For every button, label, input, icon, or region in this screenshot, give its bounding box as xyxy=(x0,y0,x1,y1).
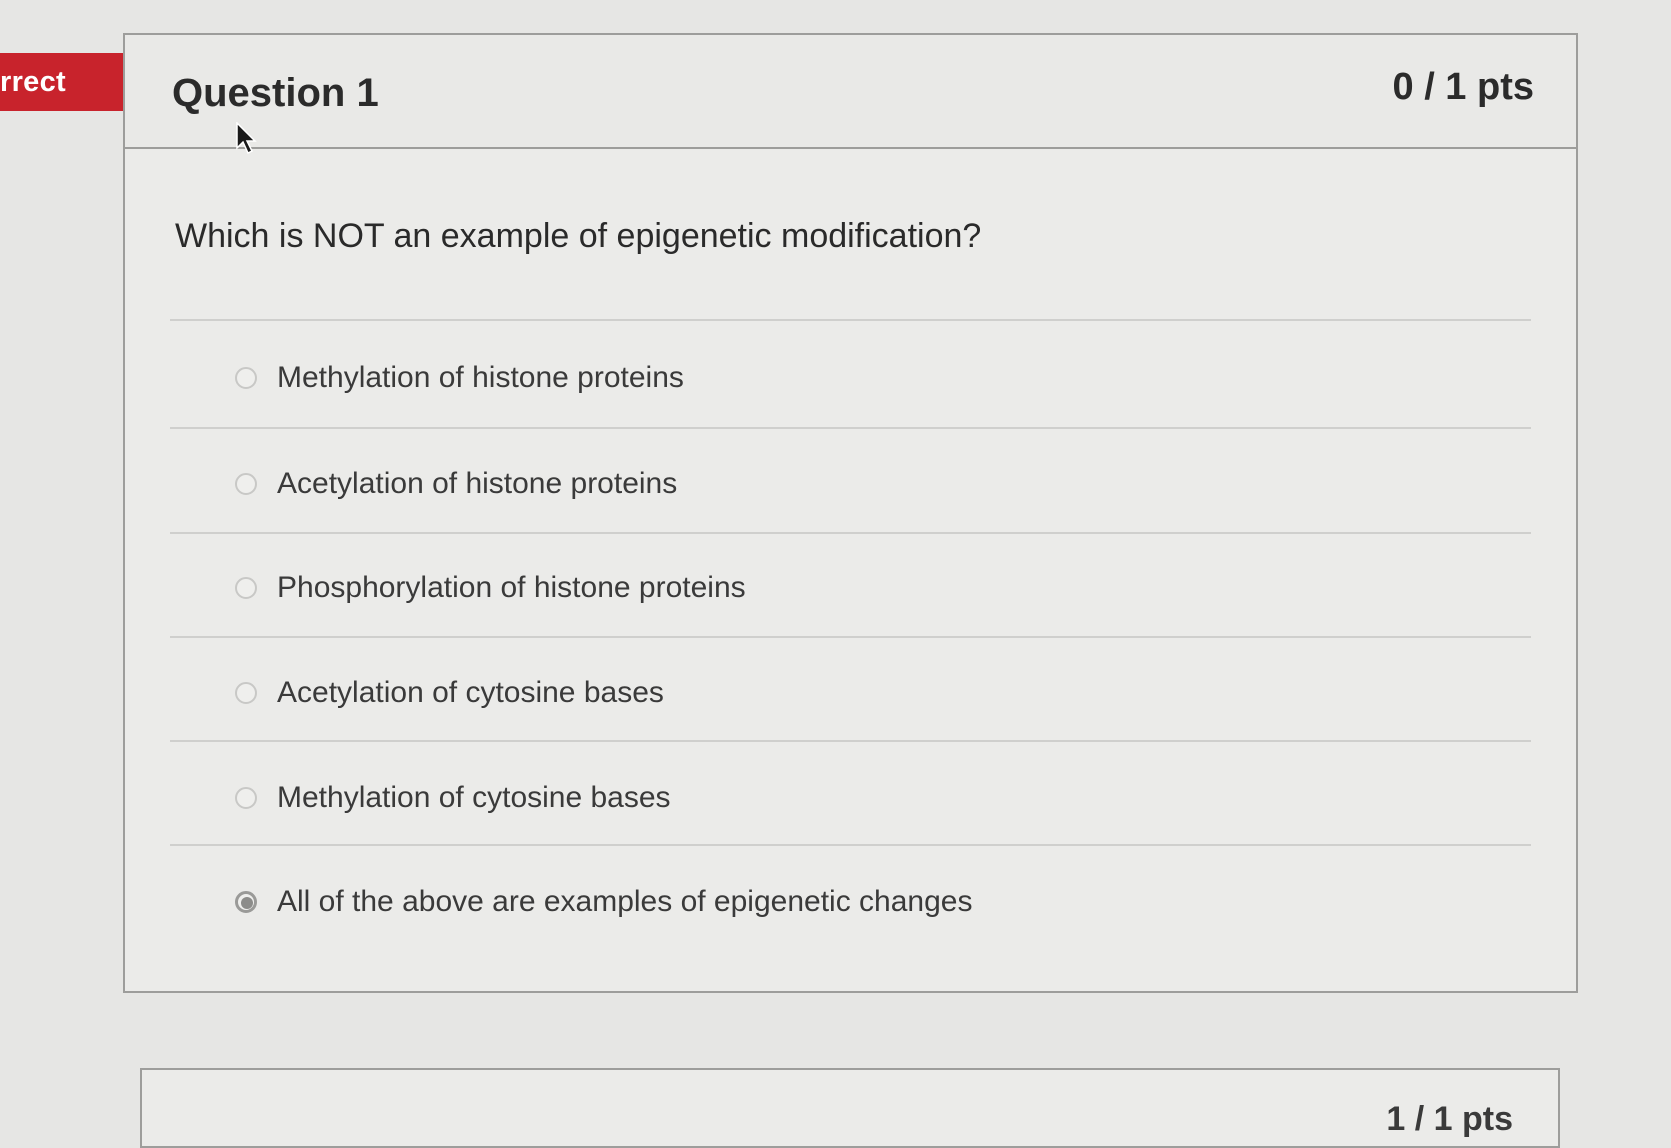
answer-option-selected[interactable]: All of the above are examples of epigene… xyxy=(235,877,972,927)
answer-option[interactable]: Methylation of cytosine bases xyxy=(235,773,671,823)
answer-label: All of the above are examples of epigene… xyxy=(277,885,973,918)
radio-button[interactable] xyxy=(235,787,257,809)
radio-button[interactable] xyxy=(235,577,257,599)
radio-button[interactable] xyxy=(235,473,257,495)
divider xyxy=(170,740,1531,742)
answer-label: Acetylation of histone proteins xyxy=(277,467,678,500)
radio-button[interactable] xyxy=(235,682,257,704)
answer-label: Methylation of cytosine bases xyxy=(277,781,671,814)
question-title: Question 1 xyxy=(172,71,379,115)
divider xyxy=(170,532,1531,534)
answer-label: Acetylation of cytosine bases xyxy=(277,676,664,709)
radio-button[interactable] xyxy=(235,367,257,389)
answer-label: Phosphorylation of histone proteins xyxy=(277,571,746,604)
answer-option[interactable]: Phosphorylation of histone proteins xyxy=(235,563,746,613)
divider xyxy=(170,636,1531,638)
radio-button-selected[interactable] xyxy=(235,891,257,913)
divider xyxy=(170,427,1531,429)
question-points: 0 / 1 pts xyxy=(1392,66,1535,108)
answer-label: Methylation of histone proteins xyxy=(277,361,684,394)
next-question-card: 1 / 1 pts xyxy=(140,1068,1560,1148)
mouse-pointer-icon xyxy=(236,122,257,155)
question-card: Question 1 0 / 1 pts Which is NOT an exa… xyxy=(123,33,1578,993)
divider xyxy=(170,844,1531,846)
divider xyxy=(170,319,1531,321)
question-text: Which is NOT an example of epigenetic mo… xyxy=(175,217,982,255)
incorrect-flag-label: rrect xyxy=(0,66,66,98)
answer-option[interactable]: Methylation of histone proteins xyxy=(235,353,684,403)
next-question-points: 1 / 1 pts xyxy=(1386,1100,1513,1138)
answer-option[interactable]: Acetylation of histone proteins xyxy=(235,459,677,509)
answer-option[interactable]: Acetylation of cytosine bases xyxy=(235,668,664,718)
question-header: Question 1 0 / 1 pts xyxy=(125,35,1576,149)
